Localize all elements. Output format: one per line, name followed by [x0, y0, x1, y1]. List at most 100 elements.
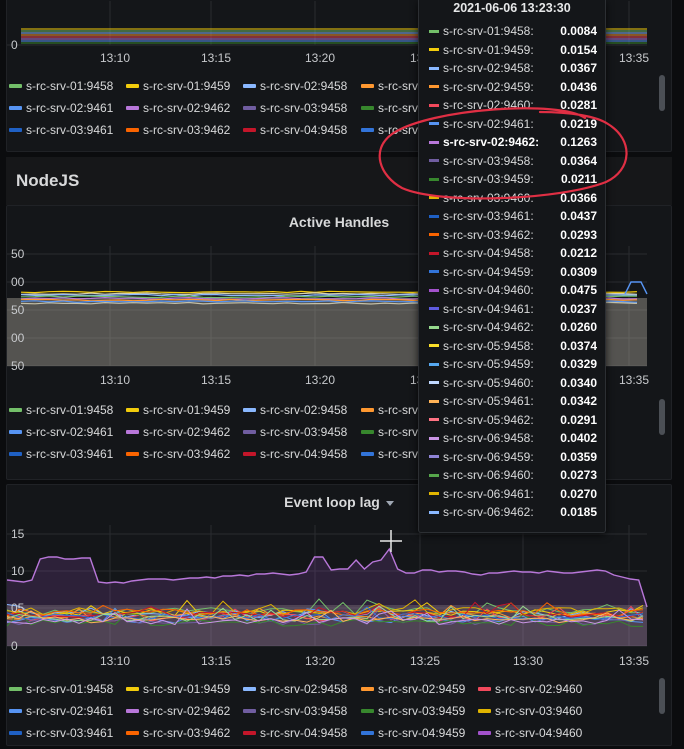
- legend-item[interactable]: s-rc-srv-02:9461: [9, 702, 113, 720]
- legend-label: s-rc-srv-04:9460: [495, 726, 583, 740]
- legend-color-swatch: [126, 84, 139, 88]
- legend-item[interactable]: s-rc-srv-01:9459: [126, 680, 230, 698]
- legend-color-swatch: [126, 709, 139, 713]
- top-legend-scrollbar[interactable]: [659, 75, 665, 111]
- legend-item[interactable]: s-rc-srv-02:9458: [243, 680, 347, 698]
- legend-color-swatch: [126, 731, 139, 735]
- y-tick-label: 50: [11, 247, 25, 261]
- legend-item[interactable]: s-rc-srv: [361, 121, 418, 139]
- y-tick-label: 00: [11, 275, 25, 289]
- legend-item[interactable]: s-rc-srv-02:9461: [9, 99, 113, 117]
- legend-item[interactable]: s-rc-srv-04:9459: [361, 724, 465, 742]
- tooltip-series-value: 0.0154: [560, 42, 597, 57]
- legend-color-swatch: [243, 408, 256, 412]
- legend-label: s-rc-srv-04:9458: [260, 447, 348, 461]
- tooltip-series-row: s-rc-srv-02:9459: 0.0436: [429, 78, 597, 96]
- tooltip-series-value: 0.0293: [560, 227, 597, 242]
- tooltip-color-swatch: [429, 381, 439, 384]
- legend-item[interactable]: s-rc-srv-03:9461: [9, 445, 113, 463]
- legend-item[interactable]: s-rc-srv-04:9458: [243, 445, 347, 463]
- tooltip-series-row: s-rc-srv-02:9460: 0.0281: [429, 96, 597, 114]
- event-loop-lag-legend: s-rc-srv-01:9458 s-rc-srv-01:9459 s-rc-srv…: [7, 680, 671, 745]
- x-tick-label: 13:10: [100, 654, 130, 668]
- tooltip-series-row: s-rc-srv-04:9461: 0.0237: [429, 300, 597, 318]
- tooltip-series-name: s-rc-srv-06:9459:: [443, 449, 534, 464]
- legend-item[interactable]: s-rc-srv-02:9461: [9, 423, 113, 441]
- legend-item[interactable]: s-rc-srv-02:9460: [478, 680, 582, 698]
- tooltip-series-value: 0.0211: [560, 172, 597, 186]
- legend-item[interactable]: s-rc-srv-04:9458: [243, 121, 347, 139]
- legend-item[interactable]: s-rc-srv-02:9462: [126, 423, 230, 441]
- legend-label: s-rc-srv: [378, 447, 418, 461]
- legend-row: s-rc-srv-02:9461 s-rc-srv-02:9462 s-rc-srv…: [7, 702, 647, 720]
- tooltip-color-swatch: [429, 103, 439, 107]
- legend-item[interactable]: s-rc-srv-03:9462: [126, 121, 230, 139]
- tooltip-series-row: s-rc-srv-05:9458: 0.0374: [429, 337, 597, 355]
- crosshair-cursor-icon: [380, 530, 402, 552]
- tooltip-color-swatch: [429, 85, 439, 88]
- legend-label: s-rc-srv: [378, 123, 418, 137]
- legend-item[interactable]: s-rc-srv-02:9458: [243, 401, 347, 419]
- legend-label: s-rc-srv-03:9461: [26, 123, 114, 137]
- tooltip-series-name: s-rc-srv-02:9459:: [443, 79, 534, 94]
- legend-label: s-rc-srv-04:9459: [378, 726, 466, 740]
- tooltip-series-name: s-rc-srv-03:9458:: [443, 153, 534, 168]
- tooltip-series-name: s-rc-srv-05:9460:: [443, 375, 534, 390]
- legend-label: s-rc-srv-02:9460: [495, 682, 583, 696]
- legend-item[interactable]: s-rc-srv-01:9458: [9, 77, 113, 95]
- tooltip-color-swatch: [429, 473, 439, 477]
- legend-item[interactable]: s-rc-srv-03:9460: [478, 702, 582, 720]
- legend-item[interactable]: s-rc-srv-04:9460: [478, 724, 582, 742]
- legend-item[interactable]: s-rc-srv-03:9461: [9, 724, 113, 742]
- legend-item[interactable]: s-rc-srv: [361, 401, 418, 419]
- legend-item[interactable]: s-rc-srv-01:9459: [126, 401, 230, 419]
- x-tick-label: 13:10: [100, 51, 130, 65]
- legend-item[interactable]: s-rc-srv-02:9462: [126, 99, 230, 117]
- legend-item[interactable]: s-rc-srv-03:9461: [9, 121, 113, 139]
- legend-item[interactable]: s-rc-srv-03:9458: [243, 702, 347, 720]
- legend-item[interactable]: s-rc-srv-01:9459: [126, 77, 230, 95]
- legend-label: s-rc-srv-01:9458: [26, 79, 114, 93]
- legend-color-swatch: [478, 709, 491, 713]
- legend-item[interactable]: s-rc-srv-01:9458: [9, 680, 113, 698]
- legend-item[interactable]: s-rc-srv-03:9458: [243, 99, 347, 117]
- tooltip-series-row: s-rc-srv-06:9459: 0.0359: [429, 448, 597, 466]
- legend-label: s-rc-srv-02:9462: [143, 425, 231, 439]
- y-tick-label: 10: [11, 564, 25, 578]
- legend-item[interactable]: s-rc-srv-02:9462: [126, 702, 230, 720]
- tooltip-series-row: s-rc-srv-03:9461: 0.0437: [429, 207, 597, 225]
- tooltip-color-swatch: [429, 251, 439, 255]
- legend-label: s-rc-srv-03:9461: [26, 447, 114, 461]
- event-loop-lag-legend-scrollbar[interactable]: [659, 678, 665, 714]
- legend-item[interactable]: s-rc-srv-03:9462: [126, 445, 230, 463]
- tooltip-color-swatch: [429, 492, 439, 495]
- legend-item[interactable]: s-rc-srv-01:9458: [9, 401, 113, 419]
- legend-item[interactable]: s-rc-srv-03:9458: [243, 423, 347, 441]
- tooltip-timestamp: 2021-06-06 13:23:30: [453, 1, 571, 15]
- tooltip-color-swatch: [429, 233, 439, 236]
- tooltip-series-row: s-rc-srv-02:9461: 0.0219: [429, 115, 597, 133]
- legend-label: s-rc-srv-02:9458: [260, 403, 348, 417]
- tooltip-color-swatch: [429, 455, 439, 458]
- legend-item[interactable]: s-rc-srv-03:9462: [126, 724, 230, 742]
- tooltip-series-name: s-rc-srv-04:9462:: [443, 320, 534, 334]
- legend-label: s-rc-srv-02:9461: [26, 101, 114, 115]
- legend-color-swatch: [243, 731, 256, 735]
- tooltip-series-name: s-rc-srv-01:9458:: [443, 24, 534, 38]
- legend-item[interactable]: s-rc-srv: [361, 99, 418, 117]
- legend-item[interactable]: s-rc-srv: [361, 445, 418, 463]
- legend-item[interactable]: s-rc-srv-02:9458: [243, 77, 347, 95]
- legend-item[interactable]: s-rc-srv-04:9458: [243, 724, 347, 742]
- legend-label: s-rc-srv-03:9458: [260, 101, 348, 115]
- tooltip-series-value: 0.0475: [560, 283, 597, 297]
- active-handles-legend-scrollbar[interactable]: [659, 399, 665, 435]
- legend-color-swatch: [478, 731, 491, 735]
- legend-item[interactable]: s-rc-srv-03:9459: [361, 702, 465, 720]
- legend-item[interactable]: s-rc-srv: [361, 423, 418, 441]
- legend-label: s-rc-srv-01:9458: [26, 682, 114, 696]
- legend-color-swatch: [9, 106, 22, 110]
- legend-label: s-rc-srv-04:9458: [260, 726, 348, 740]
- legend-item[interactable]: s-rc-srv-02:9459: [361, 680, 465, 698]
- legend-color-swatch: [361, 128, 374, 132]
- x-tick-label: 13:30: [513, 654, 543, 668]
